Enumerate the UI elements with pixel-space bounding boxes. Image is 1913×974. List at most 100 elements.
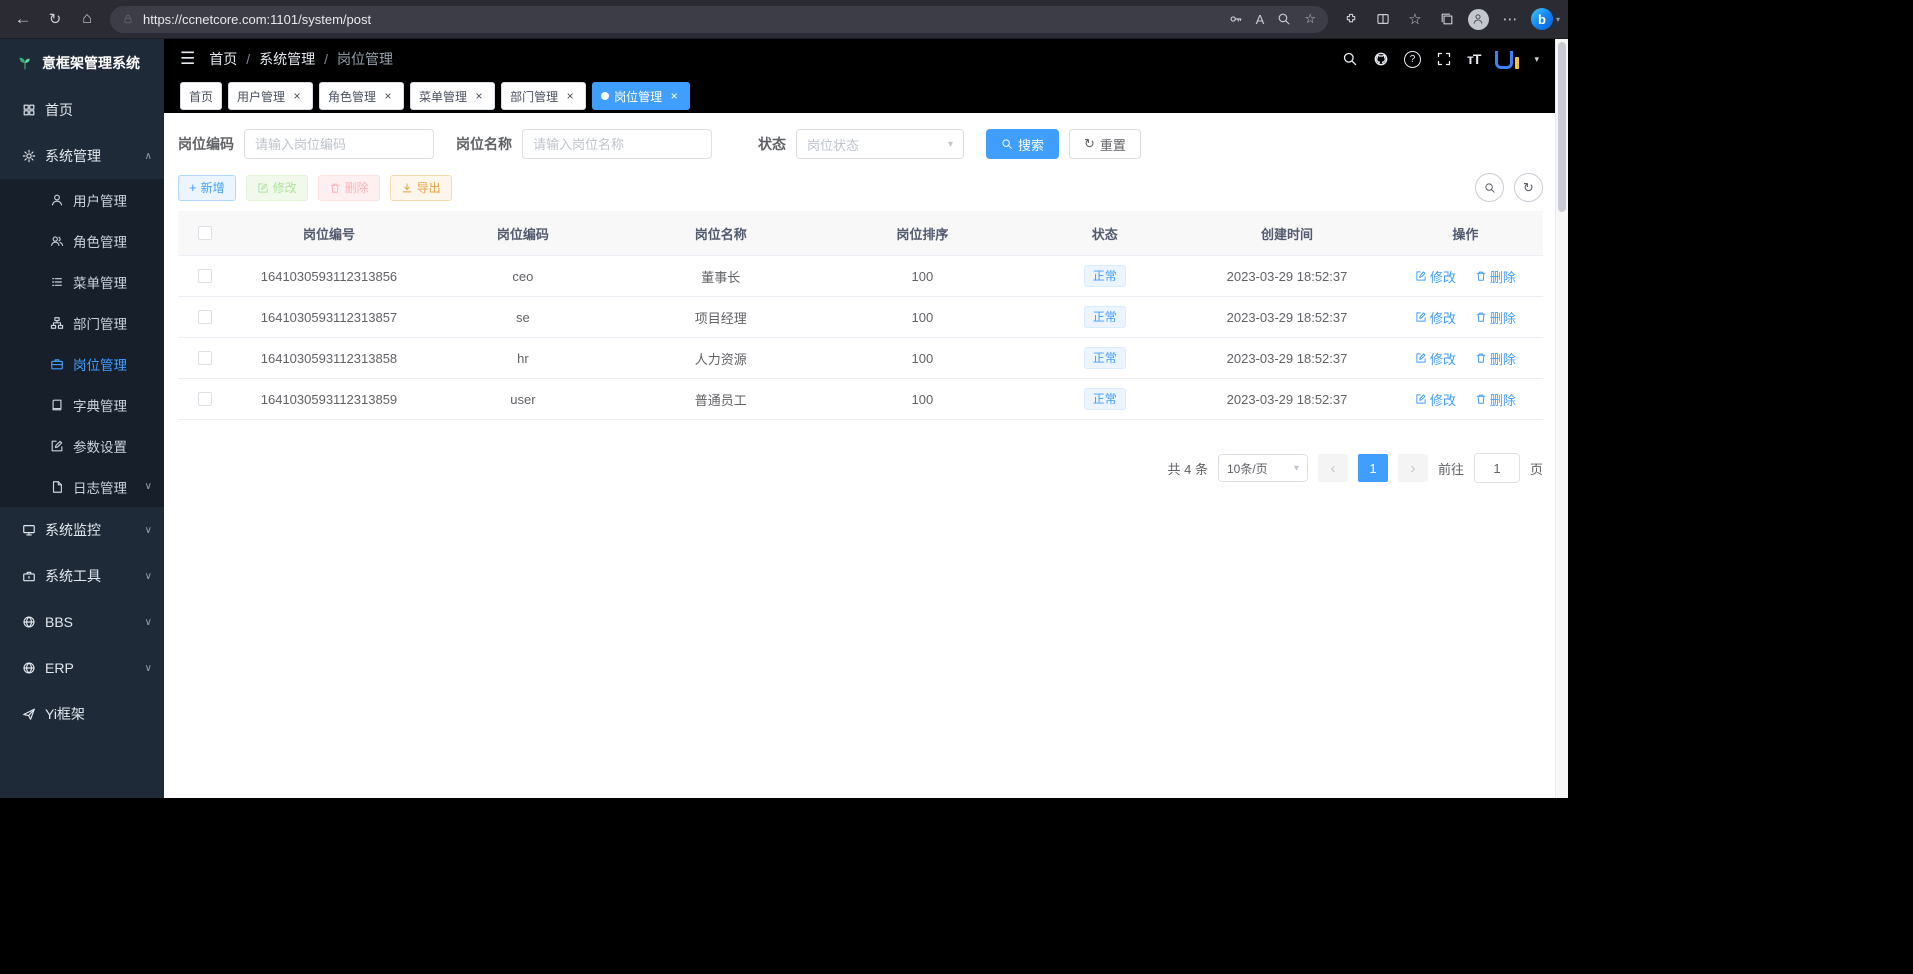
row-edit-link[interactable]: 修改: [1415, 308, 1456, 327]
tab-close-icon[interactable]: ×: [472, 89, 486, 103]
read-aloud-icon[interactable]: A: [1256, 12, 1265, 27]
user-avatar-logo[interactable]: [1495, 49, 1519, 69]
browser-reload-icon[interactable]: ↻: [40, 5, 70, 33]
post-code-input[interactable]: [244, 129, 434, 159]
page-scrollbar[interactable]: [1555, 39, 1568, 798]
sidebar-item-param-settings[interactable]: 参数设置: [0, 425, 164, 466]
collections-icon[interactable]: [1432, 5, 1462, 33]
scrollbar-thumb[interactable]: [1558, 42, 1566, 212]
extensions-icon[interactable]: [1336, 5, 1366, 33]
row-edit-link[interactable]: 修改: [1415, 349, 1456, 368]
browser-back-icon[interactable]: ←: [8, 5, 38, 33]
column-create-time: 创建时间: [1186, 224, 1388, 243]
sidebar-item-log-management[interactable]: 日志管理 ∨: [0, 466, 164, 507]
row-checkbox[interactable]: [198, 392, 212, 406]
bing-icon[interactable]: b: [1531, 8, 1553, 30]
zoom-icon[interactable]: [1277, 12, 1291, 26]
edit-icon: [50, 439, 64, 453]
chevron-down-icon: ∨: [145, 481, 152, 492]
github-icon[interactable]: [1373, 51, 1389, 67]
document-icon: [50, 480, 64, 494]
tab-dept-management[interactable]: 部门管理 ×: [501, 82, 586, 110]
row-checkbox[interactable]: [198, 351, 212, 365]
avatar-caret-icon[interactable]: ▾: [1534, 54, 1539, 65]
row-delete-link[interactable]: 删除: [1475, 267, 1516, 286]
sidebar-item-home[interactable]: 首页: [0, 87, 164, 133]
sidebar-item-dict-management[interactable]: 字典管理: [0, 384, 164, 425]
tab-close-icon[interactable]: ×: [563, 89, 577, 103]
sidebar-item-menu-management[interactable]: 菜单管理: [0, 261, 164, 302]
password-key-icon[interactable]: [1229, 12, 1243, 26]
fullscreen-icon[interactable]: [1436, 51, 1452, 67]
toggle-search-button[interactable]: [1475, 173, 1504, 202]
table-toolbar: + 新增 修改 删除 导出: [178, 173, 1543, 202]
status-select[interactable]: 岗位状态 ▾: [796, 129, 964, 159]
help-question-icon[interactable]: ?: [1404, 51, 1421, 68]
page-unit-label: 页: [1530, 459, 1543, 478]
tab-close-icon[interactable]: ×: [381, 89, 395, 103]
export-button[interactable]: 导出: [390, 175, 452, 201]
sidebar-item-user-management[interactable]: 用户管理: [0, 179, 164, 220]
tab-home[interactable]: 首页: [180, 82, 222, 110]
sprout-logo-icon: [16, 54, 34, 72]
post-name-label: 岗位名称: [456, 134, 512, 154]
row-delete-link[interactable]: 删除: [1475, 349, 1516, 368]
add-favorite-star-icon[interactable]: ☆: [1304, 11, 1316, 27]
tab-menu-management[interactable]: 菜单管理 ×: [410, 82, 495, 110]
tab-user-management[interactable]: 用户管理 ×: [228, 82, 313, 110]
page-size-select[interactable]: 10条/页 ▾: [1218, 454, 1308, 482]
profile-avatar[interactable]: [1468, 9, 1489, 30]
address-bar[interactable]: https://ccnetcore.com:1101/system/post A…: [110, 6, 1328, 33]
prev-page-button[interactable]: ‹: [1318, 454, 1348, 482]
tab-close-icon[interactable]: ×: [667, 89, 681, 103]
sidebar-toggle-icon[interactable]: ☰: [180, 49, 195, 69]
url-text[interactable]: https://ccnetcore.com:1101/system/post: [143, 12, 371, 27]
split-screen-icon[interactable]: [1368, 5, 1398, 33]
row-checkbox[interactable]: [198, 310, 212, 324]
add-button[interactable]: + 新增: [178, 175, 236, 201]
bing-caret-icon[interactable]: ▾: [1556, 15, 1560, 24]
filter-form: 岗位编码 岗位名称 状态 岗位状态 ▾ 搜索 ↻ 重置: [178, 129, 1543, 159]
post-name-input[interactable]: [522, 129, 712, 159]
sidebar-item-system-monitor[interactable]: 系统监控 ∨: [0, 507, 164, 553]
desktop-background: { "browser": { "url": "https://ccnetcore…: [0, 0, 1913, 974]
search-button[interactable]: 搜索: [986, 129, 1059, 159]
app-logo-row: 意框架管理系统: [0, 39, 164, 87]
sidebar-item-dept-management[interactable]: 部门管理: [0, 302, 164, 343]
favorites-bar-icon[interactable]: ☆: [1400, 5, 1430, 33]
sidebar-item-post-management[interactable]: 岗位管理: [0, 343, 164, 384]
browser-home-icon[interactable]: ⌂: [72, 5, 102, 33]
browser-window: ← ↻ ⌂ https://ccnetcore.com:1101/system/…: [0, 0, 1568, 798]
reset-button[interactable]: ↻ 重置: [1069, 129, 1141, 159]
sidebar-menu: 首页 系统管理 ∧ 用户管理 角色管理: [0, 87, 164, 737]
breadcrumb: 首页 / 系统管理 / 岗位管理: [209, 49, 393, 69]
row-delete-link[interactable]: 删除: [1475, 308, 1516, 327]
tab-role-management[interactable]: 角色管理 ×: [319, 82, 404, 110]
status-select-placeholder: 岗位状态: [807, 135, 859, 154]
sidebar-item-yi-framework[interactable]: Yi框架: [0, 691, 164, 737]
next-page-button[interactable]: ›: [1398, 454, 1428, 482]
sidebar-item-role-management[interactable]: 角色管理: [0, 220, 164, 261]
tab-post-management[interactable]: 岗位管理 ×: [592, 82, 690, 110]
tab-close-icon[interactable]: ×: [290, 89, 304, 103]
row-delete-link[interactable]: 删除: [1475, 390, 1516, 409]
sidebar-item-system-tools[interactable]: 系统工具 ∨: [0, 553, 164, 599]
edit-button[interactable]: 修改: [246, 175, 308, 201]
sidebar-item-erp[interactable]: ERP ∨: [0, 645, 164, 691]
page-1-button[interactable]: 1: [1358, 454, 1388, 482]
row-edit-link[interactable]: 修改: [1415, 267, 1456, 286]
header-search-icon[interactable]: [1342, 51, 1358, 67]
delete-button[interactable]: 删除: [318, 175, 380, 201]
row-checkbox[interactable]: [198, 269, 212, 283]
breadcrumb-system[interactable]: 系统管理: [259, 49, 315, 69]
chevron-down-icon: ∨: [145, 663, 152, 674]
sidebar-item-system-management[interactable]: 系统管理 ∧: [0, 133, 164, 179]
breadcrumb-home[interactable]: 首页: [209, 49, 237, 69]
sidebar-item-bbs[interactable]: BBS ∨: [0, 599, 164, 645]
row-edit-link[interactable]: 修改: [1415, 390, 1456, 409]
browser-menu-icon[interactable]: ⋯: [1495, 5, 1525, 33]
select-all-checkbox[interactable]: [198, 226, 212, 240]
font-size-icon[interactable]: тT: [1467, 51, 1480, 67]
refresh-table-button[interactable]: ↻: [1514, 173, 1543, 202]
goto-page-input[interactable]: [1474, 453, 1520, 483]
